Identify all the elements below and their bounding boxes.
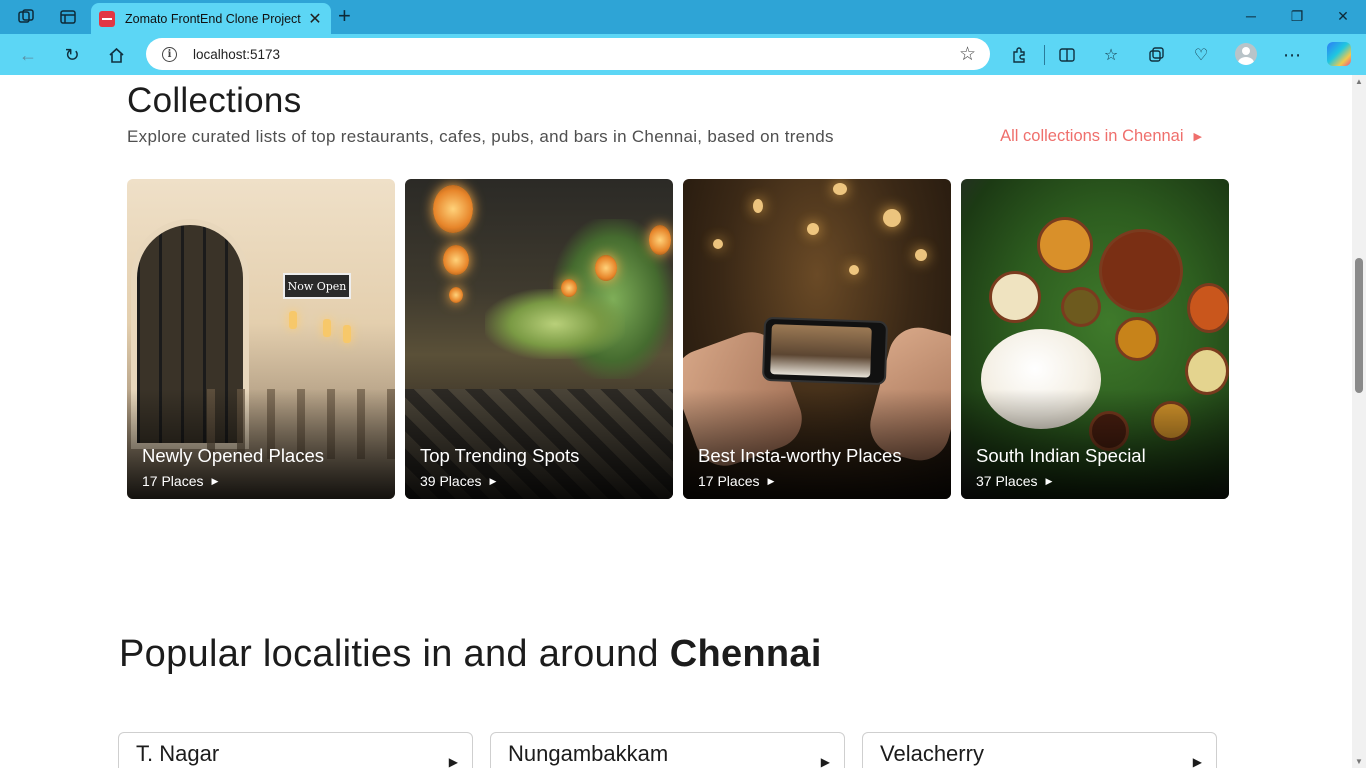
favorite-star-icon[interactable]: ☆ <box>959 43 976 66</box>
image-detail <box>1187 283 1229 333</box>
tab-actions-icon[interactable] <box>57 6 79 28</box>
caret-right-icon: ▶ <box>489 475 497 486</box>
image-detail <box>1099 229 1183 313</box>
card-count-label: 17 Places <box>142 473 204 489</box>
profile-avatar[interactable] <box>1235 43 1257 65</box>
collection-card-top-trending[interactable]: Top Trending Spots 39 Places ▶ <box>405 179 673 499</box>
browser-tab-bar: Zomato FrontEnd Clone Project ✕ + ─ ❐ ✕ <box>0 0 1366 34</box>
locality-name: Nungambakkam <box>508 741 669 766</box>
page-scrollbar[interactable]: ▲ ▼ <box>1352 75 1366 768</box>
caret-right-icon: ▶ <box>1045 475 1053 486</box>
site-info-icon[interactable]: i <box>162 46 177 62</box>
card-count[interactable]: 17 Places ▶ <box>142 473 218 489</box>
localities-title-prefix: Popular localities in and around <box>119 633 670 675</box>
locality-card-velacherry[interactable]: Velacherry ▶ <box>862 732 1217 768</box>
image-detail <box>443 245 469 275</box>
card-image-insta-worthy <box>761 316 889 386</box>
browser-essentials-icon[interactable]: ♡ <box>1189 43 1213 67</box>
collection-card-insta-worthy[interactable]: Best Insta-worthy Places 17 Places ▶ <box>683 179 951 499</box>
caret-right-icon: ▶ <box>1193 131 1202 143</box>
split-screen-icon[interactable] <box>1055 43 1079 67</box>
card-title: South Indian Special <box>976 445 1146 466</box>
caret-right-icon: ▶ <box>448 755 458 768</box>
all-collections-label[interactable]: All collections in Chennai <box>1000 127 1183 146</box>
back-icon[interactable]: ← <box>16 43 40 67</box>
image-detail <box>849 265 859 275</box>
image-detail <box>915 249 927 261</box>
image-detail <box>807 223 819 235</box>
close-tab-icon[interactable]: ✕ <box>307 9 323 29</box>
card-title: Newly Opened Places <box>142 445 325 466</box>
image-detail <box>833 183 847 195</box>
locality-name: Velacherry <box>880 741 984 766</box>
favorites-icon[interactable]: ☆ <box>1099 43 1123 67</box>
card-count[interactable]: 37 Places ▶ <box>976 473 1052 489</box>
active-tab[interactable]: Zomato FrontEnd Clone Project ✕ <box>91 3 331 34</box>
collection-card-newly-opened[interactable]: Now Open Newly Opened Places 17 Places ▶ <box>127 179 395 499</box>
refresh-icon[interactable]: ↻ <box>60 43 84 67</box>
card-count-label: 17 Places <box>698 473 760 489</box>
locality-card-nungambakkam[interactable]: Nungambakkam ▶ <box>490 732 845 768</box>
caret-right-icon: ▶ <box>820 755 830 768</box>
image-detail <box>561 279 577 297</box>
image-detail <box>713 239 723 249</box>
image-detail <box>1185 347 1229 395</box>
image-detail <box>343 325 351 343</box>
all-collections-link[interactable]: All collections in Chennai ▶ <box>1000 127 1202 146</box>
more-options-icon[interactable]: ⋯ <box>1280 43 1304 67</box>
home-icon[interactable] <box>104 43 128 67</box>
extensions-icon[interactable] <box>1007 43 1031 67</box>
image-detail <box>883 209 901 227</box>
image-detail <box>1061 287 1101 327</box>
zomato-favicon-icon <box>99 10 115 27</box>
image-detail <box>289 311 297 329</box>
locality-name: T. Nagar <box>136 741 220 766</box>
new-tab-icon[interactable]: + <box>338 5 351 27</box>
url-text[interactable]: localhost:5173 <box>193 47 280 62</box>
close-window-icon[interactable]: ✕ <box>1333 8 1353 25</box>
page-viewport: Collections Explore curated lists of top… <box>0 75 1352 768</box>
image-detail <box>770 324 872 378</box>
image-detail <box>595 255 617 281</box>
card-title: Top Trending Spots <box>420 445 580 466</box>
card-count[interactable]: 39 Places ▶ <box>420 473 496 489</box>
collections-title: Collections <box>127 81 302 120</box>
toolbar-separator <box>1044 45 1045 65</box>
copilot-icon[interactable] <box>1327 42 1351 66</box>
image-detail <box>433 185 473 233</box>
workspaces-icon[interactable] <box>15 6 37 28</box>
card-count-label: 37 Places <box>976 473 1038 489</box>
collections-subtitle: Explore curated lists of top restaurants… <box>127 127 834 146</box>
address-toolbar: ← ↻ i localhost:5173 ☆ ☆ ♡ ⋯ <box>0 34 1366 75</box>
image-detail <box>989 271 1041 323</box>
scroll-up-icon[interactable]: ▲ <box>1355 77 1363 86</box>
image-detail <box>753 199 763 213</box>
tab-title: Zomato FrontEnd Clone Project <box>125 11 301 26</box>
caret-right-icon: ▶ <box>767 475 775 486</box>
caret-right-icon: ▶ <box>211 475 219 486</box>
now-open-sign: Now Open <box>283 273 351 299</box>
image-detail <box>323 319 331 337</box>
image-detail <box>1115 317 1159 361</box>
localities-list: T. Nagar ▶ Nungambakkam ▶ Velacherry ▶ <box>118 732 1217 768</box>
caret-right-icon: ▶ <box>1192 755 1202 768</box>
scroll-down-icon[interactable]: ▼ <box>1355 757 1363 766</box>
scrollbar-thumb[interactable] <box>1355 258 1363 393</box>
collections-icon[interactable] <box>1144 43 1168 67</box>
card-title: Best Insta-worthy Places <box>698 445 902 466</box>
locality-card-t-nagar[interactable]: T. Nagar ▶ <box>118 732 473 768</box>
image-detail <box>485 289 625 359</box>
image-detail <box>449 287 463 303</box>
minimize-icon[interactable]: ─ <box>1241 8 1261 24</box>
image-detail <box>1037 217 1093 273</box>
card-count[interactable]: 17 Places ▶ <box>698 473 774 489</box>
localities-city: Chennai <box>669 633 822 675</box>
collections-cards: Now Open Newly Opened Places 17 Places ▶… <box>127 179 1229 499</box>
collection-card-south-indian[interactable]: South Indian Special 37 Places ▶ <box>961 179 1229 499</box>
address-bar[interactable]: i localhost:5173 ☆ <box>146 38 990 70</box>
restore-icon[interactable]: ❐ <box>1287 8 1307 25</box>
image-detail <box>649 225 671 255</box>
card-count-label: 39 Places <box>420 473 482 489</box>
localities-title: Popular localities in and around Chennai <box>119 633 822 676</box>
